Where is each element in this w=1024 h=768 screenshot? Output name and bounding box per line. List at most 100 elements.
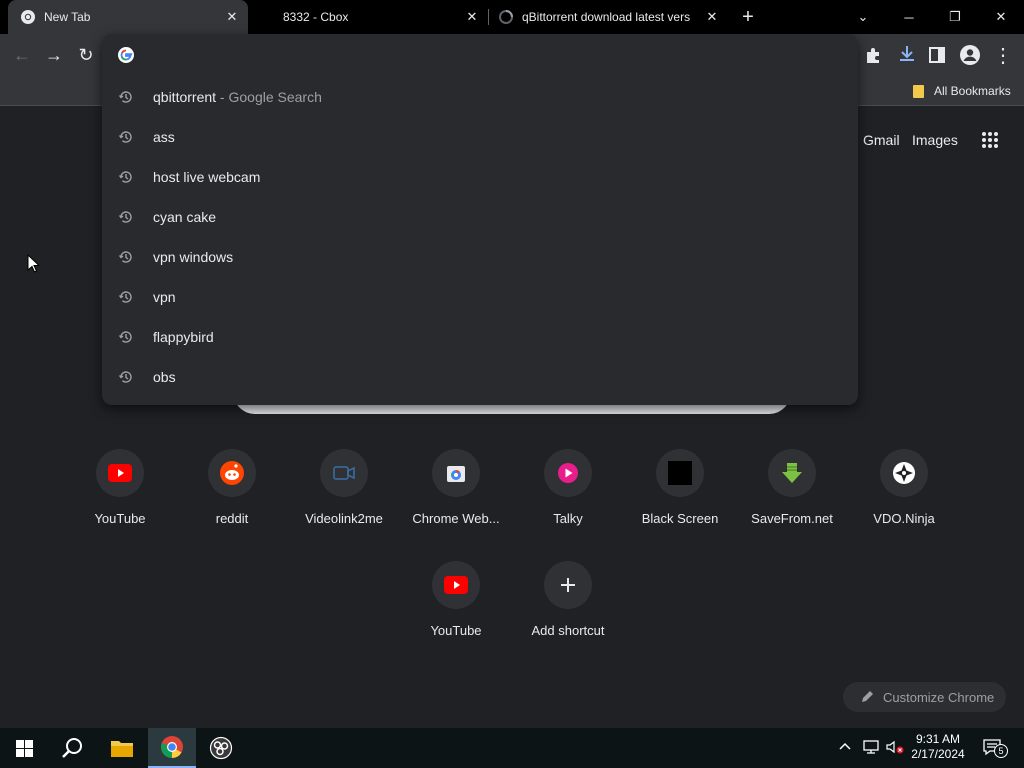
profile-avatar-icon[interactable]	[959, 44, 981, 66]
shortcut-label: Black Screen	[641, 511, 719, 526]
shortcut-talky[interactable]: Talky	[512, 449, 624, 549]
suggestion-item[interactable]: flappybird	[102, 317, 858, 357]
clock-date: 2/17/2024	[911, 747, 965, 761]
tab-close-icon[interactable]: ✕	[224, 9, 240, 25]
shortcut-videolink2me[interactable]: Videolink2me	[288, 449, 400, 549]
close-window-button[interactable]: ✕	[978, 0, 1024, 34]
tab-qbittorrent[interactable]: qBittorrent download latest vers ✕	[488, 0, 728, 34]
google-g-icon	[118, 47, 134, 63]
customize-chrome-label: Customize Chrome	[883, 689, 995, 705]
suggestion-item[interactable]: vpn windows	[102, 237, 858, 277]
suggestion-item[interactable]: obs	[102, 357, 858, 397]
tab-close-icon[interactable]: ✕	[464, 9, 480, 25]
back-button[interactable]: ←	[10, 43, 34, 67]
shortcut-black-screen[interactable]: Black Screen	[624, 449, 736, 549]
black-square-icon	[656, 449, 704, 497]
history-clock-icon	[118, 171, 132, 183]
omnibox-dropdown: qbittorrent - Google Search ass host live …	[102, 34, 858, 405]
windows-logo-icon	[15, 739, 33, 757]
omnibox-input[interactable]	[146, 42, 836, 68]
side-panel-icon[interactable]	[929, 47, 945, 63]
forward-button[interactable]: →	[42, 43, 66, 67]
history-clock-icon	[118, 291, 132, 303]
shortcut-label: SaveFrom.net	[751, 511, 833, 526]
notification-center-button[interactable]: 5	[982, 738, 1008, 758]
chrome-taskbar-button[interactable]	[148, 728, 196, 768]
chrome-web-store-icon	[432, 449, 480, 497]
mouse-cursor-icon	[27, 254, 39, 273]
customize-chrome-button[interactable]: Customize Chrome	[843, 682, 1006, 712]
folder-icon	[913, 85, 924, 98]
pencil-icon	[862, 691, 873, 702]
minimize-button[interactable]: ─	[886, 0, 932, 34]
suggestion-query: flappybird	[153, 329, 214, 345]
search-button[interactable]	[48, 728, 96, 768]
start-button[interactable]	[0, 728, 48, 768]
chrome-icon	[21, 10, 35, 24]
shortcut-youtube-2[interactable]: YouTube	[400, 561, 512, 661]
obs-taskbar-button[interactable]	[197, 728, 245, 768]
video-camera-icon	[320, 449, 368, 497]
network-icon[interactable]	[863, 740, 879, 757]
shortcut-vdo-ninja[interactable]: VDO.Ninja	[848, 449, 960, 549]
shortcut-label: Add shortcut	[531, 623, 605, 638]
reddit-icon	[208, 449, 256, 497]
suggestion-text: host live webcam	[153, 169, 260, 185]
chrome-menu-button[interactable]: ⋮	[991, 43, 1015, 67]
windows-taskbar: 9:31 AM 2/17/2024 5	[0, 728, 1024, 768]
tab-new-tab[interactable]: New Tab ✕	[8, 0, 248, 34]
gmail-link[interactable]: Gmail	[863, 132, 900, 148]
loading-spinner-icon	[499, 10, 513, 24]
suggestion-text: cyan cake	[153, 209, 216, 225]
history-clock-icon	[118, 131, 132, 143]
tab-title: New Tab	[44, 10, 91, 24]
shortcut-reddit[interactable]: reddit	[176, 449, 288, 549]
tab-close-icon[interactable]: ✕	[704, 9, 720, 25]
tab-title: qBittorrent download latest vers	[522, 10, 691, 24]
download-icon[interactable]	[897, 44, 917, 64]
tray-chevron-icon[interactable]	[839, 740, 851, 755]
suggestion-suffix: - Google Search	[216, 89, 322, 105]
youtube-icon	[96, 449, 144, 497]
tab-title: 8332 - Cbox	[283, 10, 349, 24]
youtube-icon	[432, 561, 480, 609]
clock[interactable]: 9:31 AM 2/17/2024	[908, 732, 968, 762]
shortcut-label: VDO.Ninja	[873, 511, 935, 526]
shortcut-youtube[interactable]: YouTube	[64, 449, 176, 549]
tab-strip: New Tab ✕ 8332 - Cbox ✕ qBittorrent down…	[0, 0, 1024, 34]
suggestion-text: obs	[153, 369, 176, 385]
download-arrow-icon	[768, 449, 816, 497]
shortcut-label: reddit	[215, 511, 249, 526]
suggestion-text: qbittorrent - Google Search	[153, 89, 322, 105]
add-shortcut-button[interactable]: Add shortcut	[512, 561, 624, 661]
all-bookmarks-button[interactable]: All Bookmarks	[912, 82, 1011, 100]
tab-search-button[interactable]: ⌄	[840, 0, 886, 34]
suggestion-item[interactable]: host live webcam	[102, 157, 858, 197]
new-tab-button[interactable]: +	[738, 4, 758, 30]
search-icon	[62, 738, 82, 758]
suggestion-item[interactable]: qbittorrent - Google Search	[102, 77, 858, 117]
shortcut-savefrom[interactable]: SaveFrom.net	[736, 449, 848, 549]
suggestion-item[interactable]: ass	[102, 117, 858, 157]
notification-count-badge: 5	[994, 744, 1008, 758]
google-apps-icon[interactable]	[981, 131, 999, 149]
history-clock-icon	[118, 91, 132, 103]
suggestion-text: flappybird	[153, 329, 214, 345]
suggestion-query: ass	[153, 129, 175, 145]
suggestion-query: vpn windows	[153, 249, 234, 265]
images-link[interactable]: Images	[912, 132, 958, 148]
tab-cbox[interactable]: 8332 - Cbox ✕	[248, 0, 488, 34]
vdo-ninja-icon	[880, 449, 928, 497]
suggestion-item[interactable]: vpn	[102, 277, 858, 317]
suggestion-query: vpn	[153, 289, 176, 305]
clock-time: 9:31 AM	[915, 732, 961, 746]
folder-icon	[111, 741, 133, 757]
suggestion-item[interactable]: cyan cake	[102, 197, 858, 237]
extensions-puzzle-icon[interactable]	[864, 46, 882, 64]
file-explorer-button[interactable]	[98, 728, 146, 768]
volume-muted-icon[interactable]	[886, 740, 904, 757]
restore-button[interactable]: ❐	[932, 0, 978, 34]
reload-button[interactable]: ↻	[74, 43, 98, 67]
shortcut-chrome-web-store[interactable]: Chrome Web...	[400, 449, 512, 549]
shortcut-label: YouTube	[94, 511, 146, 526]
